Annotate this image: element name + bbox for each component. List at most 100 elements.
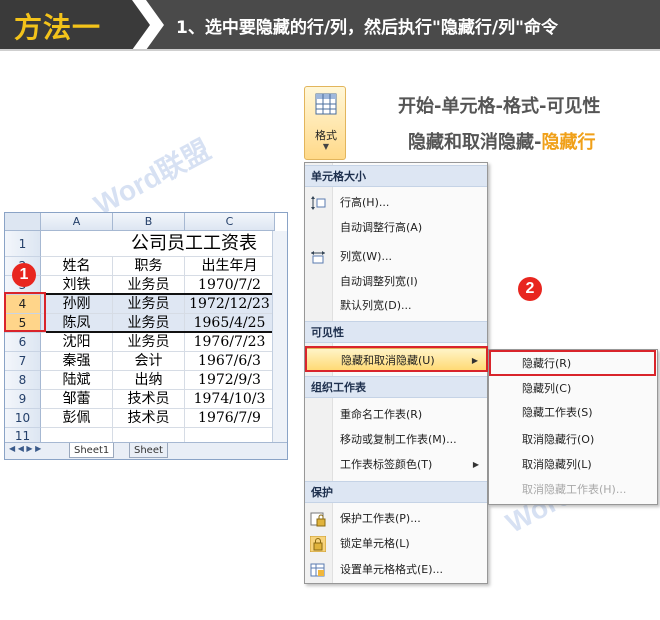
menu-item-label: 锁定单元格(L): [340, 537, 410, 550]
table-cell[interactable]: 业务员: [113, 333, 185, 352]
table-cell[interactable]: 陆斌: [41, 371, 113, 390]
menu-item-move-copy-sheet[interactable]: 移动或复制工作表(M)...: [305, 428, 487, 452]
select-all-corner[interactable]: [5, 213, 41, 231]
method-title: 方法一: [14, 11, 102, 44]
table-cell[interactable]: 1972/9/3: [185, 371, 275, 390]
table-cell[interactable]: 业务员: [113, 295, 185, 314]
table-cell[interactable]: 出生年月: [185, 257, 275, 276]
menu-item-label: 保护工作表(P)...: [340, 512, 421, 525]
instruction-text: 1、选中要隐藏的行/列，然后执行"隐藏行/列"命令: [176, 18, 558, 38]
menu-item-lock-cell[interactable]: 锁定单元格(L): [305, 532, 487, 556]
submenu-item-label: 隐藏工作表(S): [522, 406, 593, 419]
row-header[interactable]: 6: [5, 333, 41, 352]
menu-item-label: 移动或复制工作表(M)...: [340, 433, 457, 446]
submenu-item-label: 隐藏列(C): [522, 382, 572, 395]
table-cell[interactable]: 技术员: [113, 390, 185, 409]
spreadsheet: A B C 12姓名职务出生年月3刘铁业务员1970/7/24孙刚业务员1972…: [4, 212, 288, 460]
headline-prefix: 隐藏和取消隐藏-: [408, 132, 542, 153]
table-cell[interactable]: 职务: [113, 257, 185, 276]
table-cell[interactable]: 秦强: [41, 352, 113, 371]
menu-item-protect-sheet[interactable]: 保护工作表(P)...: [305, 507, 487, 531]
menu-item-autofit-column[interactable]: 自动调整列宽(I): [305, 270, 487, 294]
menu-item-column-width[interactable]: 列宽(W)...: [305, 245, 487, 269]
table-cell[interactable]: 1972/12/23: [185, 295, 275, 314]
sheet-tab-1[interactable]: Sheet1: [69, 443, 115, 458]
table-cell[interactable]: 会计: [113, 352, 185, 371]
row-header[interactable]: 7: [5, 352, 41, 371]
row-header[interactable]: 9: [5, 390, 41, 409]
table-cell[interactable]: 1974/10/3: [185, 390, 275, 409]
row-header[interactable]: 8: [5, 371, 41, 390]
submenu-item-hide-columns[interactable]: 隐藏列(C): [489, 377, 657, 401]
row-header[interactable]: 10: [5, 409, 41, 428]
menu-item-rename-sheet[interactable]: 重命名工作表(R): [305, 403, 487, 427]
column-header-b[interactable]: B: [113, 213, 185, 231]
menu-item-default-width[interactable]: 默认列宽(D)...: [305, 294, 487, 318]
lock-icon: [309, 535, 327, 553]
menu-item-label: 列宽(W)...: [340, 250, 392, 263]
table-cell[interactable]: 出纳: [113, 371, 185, 390]
sheet-nav-arrows[interactable]: ◀ ◀ ▶ ▶: [9, 444, 41, 453]
chevron-right-icon: ▶: [472, 460, 479, 469]
section-visibility: 可见性: [305, 321, 487, 343]
table-cell[interactable]: 技术员: [113, 409, 185, 428]
section-organize-sheets: 组织工作表: [305, 376, 487, 398]
table-cell[interactable]: 沈阳: [41, 333, 113, 352]
menu-item-tab-color[interactable]: 工作表标签颜色(T) ▶: [305, 453, 487, 477]
highlight-box-hide-unhide: [305, 346, 488, 372]
highlight-box-hide-rows: [489, 350, 656, 376]
row-height-icon: [310, 195, 326, 211]
section-cell-size: 单元格大小: [305, 165, 487, 187]
submenu-item-label: 取消隐藏行(O): [522, 433, 595, 446]
menu-item-label: 默认列宽(D)...: [340, 299, 412, 312]
table-cell[interactable]: 彭佩: [41, 409, 113, 428]
watermark-top: Word联盟: [88, 133, 216, 221]
table-cell[interactable]: 姓名: [41, 257, 113, 276]
row-header[interactable]: 1: [5, 231, 41, 257]
headline-highlight: 隐藏行: [541, 132, 596, 153]
column-header-a[interactable]: A: [41, 213, 113, 231]
highlight-box-selected-rows: [4, 292, 46, 332]
menu-item-label: 自动调整列宽(I): [340, 275, 418, 288]
submenu-item-label: 取消隐藏列(L): [522, 458, 592, 471]
submenu-item-unhide-sheet: 取消隐藏工作表(H)...: [489, 478, 657, 502]
menu-item-label: 行高(H)...: [340, 196, 390, 209]
table-cell[interactable]: 邹蕾: [41, 390, 113, 409]
format-table-icon: [315, 93, 337, 115]
vertical-scrollbar[interactable]: [272, 231, 287, 445]
format-label: 格式: [315, 129, 337, 142]
menu-item-format-cells[interactable]: 设置单元格格式(E)...: [305, 558, 487, 582]
headline-submenu: 隐藏和取消隐藏-隐藏行: [408, 128, 595, 154]
submenu-item-unhide-rows[interactable]: 取消隐藏行(O): [489, 428, 657, 452]
table-cell[interactable]: 孙刚: [41, 295, 113, 314]
format-dropdown-menu: 单元格大小 行高(H)... 自动调整行高(A) 列宽(W)... 自动调整列宽…: [304, 162, 488, 584]
submenu-item-label: 取消隐藏工作表(H)...: [522, 483, 627, 496]
submenu-item-hide-sheet[interactable]: 隐藏工作表(S): [489, 401, 657, 425]
headline-path: 开始-单元格-格式-可见性: [398, 96, 601, 117]
format-cells-icon: [310, 562, 326, 578]
selection-line-top: [46, 293, 272, 295]
table-cell[interactable]: 1976/7/23: [185, 333, 275, 352]
selection-line-bottom: [46, 331, 272, 333]
step-badge-2: 2: [518, 277, 542, 301]
format-button[interactable]: 格式 ▼: [304, 86, 346, 160]
column-width-icon: [310, 249, 326, 265]
menu-item-label: 自动调整行高(A): [340, 221, 423, 234]
menu-item-label: 设置单元格格式(E)...: [340, 563, 444, 576]
submenu-item-unhide-columns[interactable]: 取消隐藏列(L): [489, 453, 657, 477]
section-protection: 保护: [305, 481, 487, 503]
sheet-title: 公司员工工资表: [113, 231, 275, 257]
menu-item-label: 工作表标签颜色(T): [340, 458, 433, 471]
menu-item-label: 重命名工作表(R): [340, 408, 423, 421]
step-badge-1: 1: [12, 263, 36, 287]
sheet-tab-2[interactable]: Sheet: [129, 443, 168, 458]
table-cell[interactable]: [41, 231, 113, 257]
banner-divider: [0, 49, 660, 51]
column-header-c[interactable]: C: [185, 213, 275, 231]
protect-sheet-icon: [310, 511, 326, 527]
table-cell[interactable]: 1967/6/3: [185, 352, 275, 371]
menu-item-autofit-row[interactable]: 自动调整行高(A): [305, 216, 487, 240]
sheet-tab-bar: ◀ ◀ ▶ ▶ Sheet1 Sheet: [5, 442, 287, 459]
table-cell[interactable]: 1976/7/9: [185, 409, 275, 428]
menu-item-row-height[interactable]: 行高(H)...: [305, 191, 487, 215]
